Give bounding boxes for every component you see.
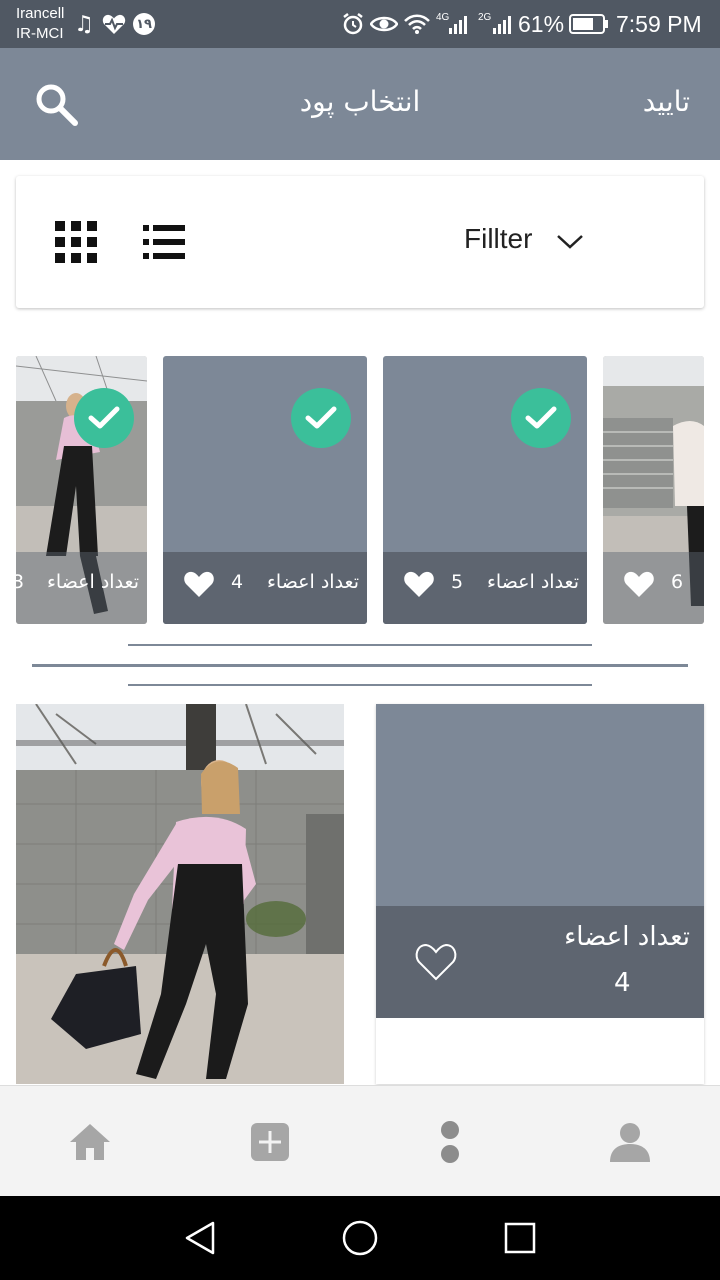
member-count: 4 [231, 571, 244, 593]
profile-icon[interactable] [600, 1112, 660, 1172]
grid-view-icon[interactable] [55, 221, 97, 263]
add-icon[interactable] [240, 1112, 300, 1172]
heart-outline-icon[interactable] [414, 942, 458, 986]
filter-bar [16, 176, 704, 308]
pod-card-footer: تعداد اعضاء 4 [163, 552, 367, 624]
heart-icon[interactable] [183, 570, 215, 602]
carrier-line2: IR-MCI [16, 25, 64, 42]
heart-icon[interactable] [403, 570, 435, 602]
carrier-name: Irancell IR-MCI [16, 4, 64, 44]
battery-icon [568, 10, 610, 38]
selected-check-icon [511, 388, 571, 448]
pod-card-footer: 6 [603, 552, 704, 624]
alarm-icon [340, 10, 366, 38]
back-icon[interactable] [174, 1212, 226, 1264]
selected-check-icon [74, 388, 134, 448]
pod-card[interactable]: 6 [603, 356, 704, 624]
signal-2g-icon [490, 10, 516, 38]
music-icon: ♫ [74, 11, 94, 37]
battery-percent: 61% [518, 11, 565, 37]
pod-card-footer: تعداد اعضاء 3 [16, 552, 147, 624]
pod-card[interactable]: تعداد اعضاء 4 [163, 356, 367, 624]
more-icon[interactable] [420, 1112, 480, 1172]
pod-card[interactable]: تعداد اعضاء 3 [16, 356, 147, 624]
member-count: 4 [614, 968, 631, 998]
member-count: 3 [16, 571, 25, 593]
badge-icon: ۱۹ [132, 10, 156, 38]
members-label: تعداد اعضاء [266, 571, 359, 593]
pod-grid-card[interactable] [16, 704, 344, 1084]
notification-badge: ۱۹ [133, 13, 155, 35]
divider [128, 644, 592, 646]
wifi-icon [402, 10, 432, 38]
pod-card-footer: تعداد اعضاء 5 [383, 552, 587, 624]
member-count: 6 [671, 571, 684, 593]
filter-dropdown[interactable]: Fillter [464, 221, 532, 257]
member-count: 5 [451, 571, 464, 593]
heart-icon[interactable] [623, 570, 655, 602]
list-view-icon[interactable] [143, 225, 185, 259]
divider [32, 664, 688, 667]
pod-photo [16, 704, 344, 1084]
pod-card[interactable]: تعداد اعضاء 5 [383, 356, 587, 624]
carrier-line1: Irancell [16, 5, 65, 22]
chevron-down-icon[interactable] [556, 232, 584, 250]
search-icon[interactable] [32, 80, 80, 128]
signal-icon [446, 10, 472, 38]
clock: 7:59 PM [616, 11, 702, 37]
home-icon[interactable] [60, 1112, 120, 1172]
home-circle-icon[interactable] [334, 1212, 386, 1264]
pod-grid-card[interactable]: تعداد اعضاء 4 [376, 704, 704, 1084]
divider [128, 684, 592, 686]
members-label: تعداد اعضاء [564, 922, 690, 952]
members-label: تعداد اعضاء [486, 571, 579, 593]
recents-icon[interactable] [494, 1212, 546, 1264]
page-title: انتخاب پود [299, 85, 421, 118]
eye-icon [370, 10, 398, 38]
confirm-button[interactable]: تایید [643, 82, 690, 122]
members-label: تعداد اعضاء [46, 571, 139, 593]
heart-pulse-icon [101, 10, 127, 38]
pod-image-placeholder [376, 704, 704, 906]
selected-check-icon [291, 388, 351, 448]
